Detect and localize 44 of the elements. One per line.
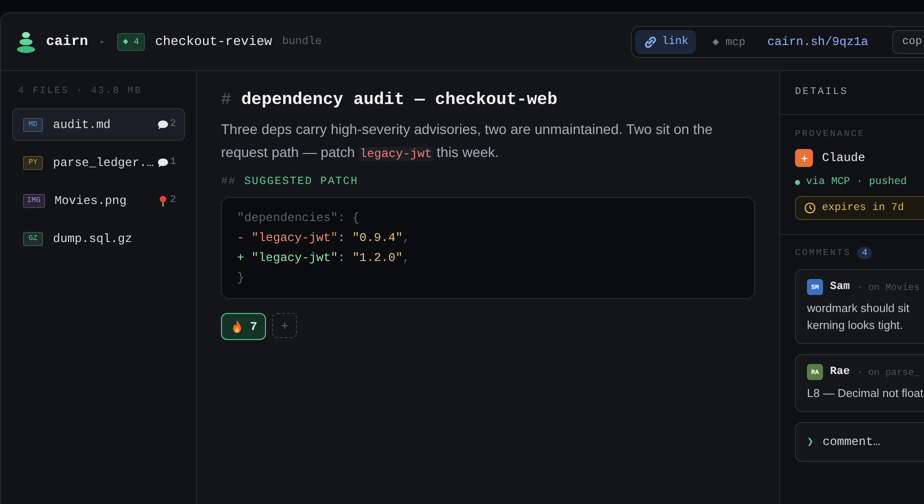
bundle-title: checkout-review	[155, 34, 272, 49]
code-line: }	[237, 270, 246, 287]
code-line: + "legacy-jwt": "1.2.0",	[237, 250, 411, 267]
document-title: # dependency audit — checkout-web	[221, 91, 558, 110]
comment-target: · on Movies	[856, 282, 920, 292]
share-mode-tab[interactable]: link	[634, 30, 696, 54]
section-heading: ## SUGGESTED PATCH	[221, 176, 358, 188]
status-dot	[795, 180, 800, 184]
comment-author: Sam	[830, 281, 850, 293]
sparkle-icon	[800, 154, 808, 162]
copy-button[interactable]: cop	[892, 30, 924, 54]
share-url[interactable]: cairn.sh/9qz1a	[761, 30, 874, 52]
files-summary: 4 FILES · 43.8 MB	[18, 85, 144, 96]
section-label: COMMENTS	[795, 248, 852, 258]
pin-icon	[156, 194, 169, 206]
flame-icon	[230, 319, 244, 334]
separator-glyph: ▸	[100, 36, 105, 46]
link-icon	[642, 34, 657, 48]
comment-text: wordmark should sit kerning looks tight.	[807, 302, 910, 334]
version-badge: ◆ 4	[116, 32, 146, 50]
expiry-badge: expires in 7d	[795, 196, 924, 220]
speech-bubble-icon	[156, 156, 169, 168]
summary-paragraph: Three deps carry high-severity advisories, two are unmaintained. Two sit on the request path — patch legacy-jwt this week.	[221, 120, 714, 163]
author-name: Claude	[822, 151, 866, 165]
bundle-kind-label: bundle	[282, 36, 322, 48]
panel-title: DETAILS	[780, 71, 924, 115]
file-count: 2	[170, 119, 176, 130]
code-line: "dependencies": {	[237, 210, 360, 227]
code-line: - "legacy-jwt": "0.9.4",	[237, 230, 411, 247]
comment-count-badge: 4	[857, 247, 872, 259]
clock-icon	[804, 202, 816, 214]
share-mode-tab[interactable]: ◆ mcp	[704, 30, 754, 54]
file-count: 1	[170, 157, 176, 168]
file-count: 2	[170, 195, 176, 206]
speech-bubble-icon	[156, 118, 169, 130]
logo-icon	[16, 30, 36, 52]
comment-author: Rae	[830, 366, 850, 378]
comment-text: L8 — Decimal not float	[807, 387, 924, 402]
app-name: cairn	[46, 34, 88, 50]
comment-target: · on parse_	[856, 366, 920, 378]
provenance-source: via MCP · pushed	[806, 176, 907, 188]
comment-input[interactable]: ❯ comment…	[795, 422, 924, 462]
reaction-button[interactable]: 7	[221, 313, 266, 340]
section-label: PROVENANCE	[795, 129, 866, 139]
